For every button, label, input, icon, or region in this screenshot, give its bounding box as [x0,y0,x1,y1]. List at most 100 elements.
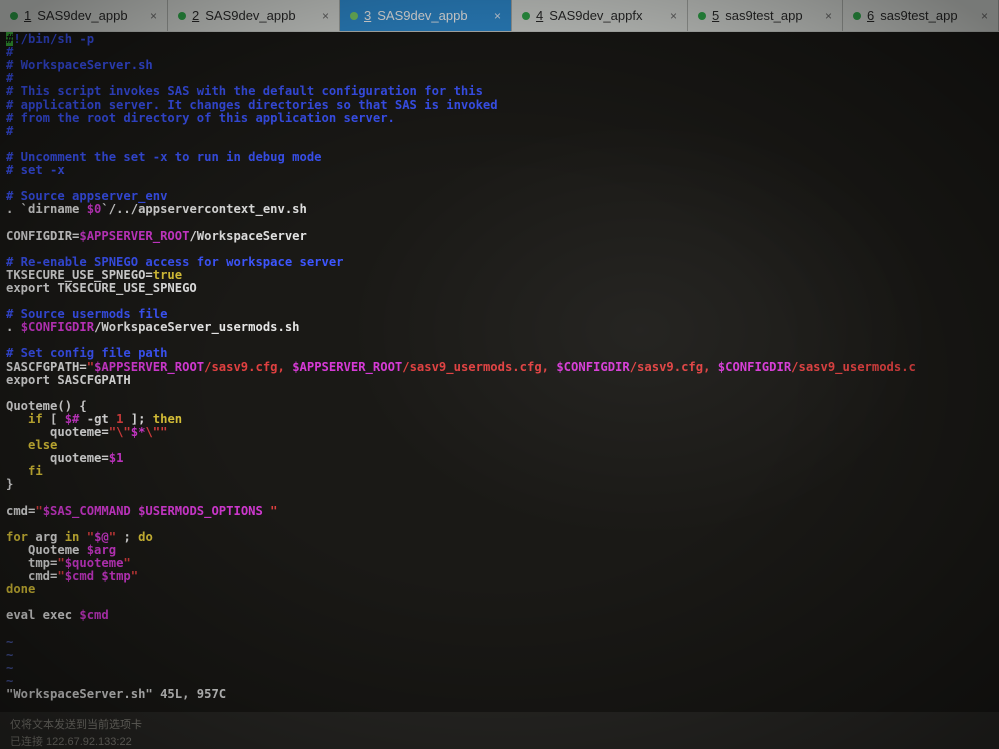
code-token: # Source appserver_env [6,189,168,204]
connected-status-icon [522,11,530,20]
code-token: " [79,529,95,544]
terminal-line: Quoteme $arg [6,543,116,557]
code-token: eval exec [6,608,80,623]
tab-label: SAS9dev_appb [205,8,296,23]
code-token: # application server. It changes directo… [6,97,498,112]
code-token: # [6,71,14,86]
tab-session-1[interactable]: 1 SAS9dev_appb × [0,0,168,31]
terminal-line: ~ [6,648,13,662]
terminal-line: "WorkspaceServer.sh" 45L, 957C [6,687,226,701]
code-token: /sasv9.cfg, [204,359,293,374]
code-token: Quoteme [6,542,87,557]
code-token: cmd= [6,503,36,518]
tab-number: 4 [536,8,544,23]
code-token: "\" [108,425,131,439]
code-token: " [35,503,43,518]
terminal-line: # [6,71,13,85]
code-token: then [152,411,183,426]
close-tab-icon[interactable]: × [981,9,988,23]
tab-label: SAS9dev_appb [377,8,468,23]
code-token: " [108,529,117,544]
connected-status-icon [178,11,186,20]
close-tab-icon[interactable]: × [494,9,501,23]
connected-status-icon [10,11,18,20]
code-token: # This script invokes SAS with the defau… [6,84,483,99]
tab-session-6[interactable]: 6 sas9test_app × [843,0,999,31]
terminal-line: SASCFGPATH="$APPSERVER_ROOT/sasv9.cfg, $… [6,360,916,374]
code-token: "WorkspaceServer.sh" 45L, 957C [6,687,227,701]
code-token: $cmd $tmp [64,569,131,584]
close-tab-icon[interactable]: × [670,9,677,23]
code-token: } [6,477,14,492]
tab-session-5[interactable]: 5 sas9test_app × [688,0,843,31]
code-token: # from the root directory of this applic… [6,110,395,125]
code-token: CONFIGDIR= [6,228,80,243]
code-token: # Set config file path [6,346,168,361]
terminal-line: # Set config file path [6,346,167,360]
code-token: /WorkspaceServer [189,228,307,243]
terminal-line: export TKSECURE_USE_SPNEGO [6,281,197,295]
terminal-editor[interactable]: #!/bin/sh -p # # WorkspaceServer.sh # # This… [0,32,999,712]
code-token: for [6,529,29,544]
close-tab-icon[interactable]: × [150,9,157,23]
terminal-line: Quoteme() { [6,399,87,413]
code-token: ; [116,529,139,544]
tab-label: SAS9dev_appfx [549,8,643,23]
terminal-line: TKSECURE_USE_SPNEGO=true [6,268,182,282]
send-text-hint: 仅将文本发送到当前选项卡 [10,719,142,731]
terminal-line: else [6,438,57,452]
code-token: # [6,45,14,60]
connected-status-icon [350,11,358,20]
terminal-line: # from the root directory of this applic… [6,111,395,125]
terminal-line: # application server. It changes directo… [6,98,498,112]
tab-session-2[interactable]: 2 SAS9dev_appb × [168,0,340,31]
terminal-line: quoteme="\"$*\"" [6,425,167,439]
close-tab-icon[interactable]: × [825,9,832,23]
terminal-line: eval exec $cmd [6,608,109,622]
code-token: if [28,411,43,426]
code-token: else [28,438,58,453]
code-token: tmp= [6,556,58,570]
code-token: $APPSERVER_ROOT [94,359,205,374]
tab-session-3[interactable]: 3 SAS9dev_appb × [340,0,512,31]
connection-status: 已连接 122.67.92.133:22 [10,736,132,748]
terminal-line: if [ $# -gt 1 ]; then [6,412,182,426]
code-token: " [123,556,131,570]
terminal-line: . $CONFIGDIR/WorkspaceServer_usermods.sh [6,320,300,334]
terminal-line: # Source appserver_env [6,189,167,203]
code-token: export TKSECURE_USE_SPNEGO [6,280,197,295]
code-token: Quoteme() { [6,398,87,413]
terminal-line: quoteme=$1 [6,451,123,465]
code-token: . [6,320,21,335]
close-tab-icon[interactable]: × [322,9,329,23]
code-token: $* [130,425,146,439]
code-token: \"" [145,425,168,439]
tab-session-4[interactable]: 4 SAS9dev_appfx × [512,0,688,31]
tab-label: sas9test_app [880,8,958,23]
terminal-line: cmd="$SAS_COMMAND $USERMODS_OPTIONS " [6,504,278,518]
code-token: $CONFIGDIR [717,359,792,374]
tab-label: sas9test_app [725,8,803,23]
code-token: ~ [6,634,14,649]
code-token: `/../appservercontext_env.sh [101,202,307,217]
code-token: SASCFGPATH= [6,359,87,374]
tab-number: 1 [24,8,32,23]
code-token: " [57,569,65,584]
tab-number: 2 [192,8,200,23]
code-token: arg [28,529,65,544]
code-token: $0 [86,202,102,217]
terminal-line: ~ [6,635,13,649]
terminal-line: # This script invokes SAS with the defau… [6,84,483,98]
code-token: $quoteme [64,556,124,570]
terminal-line: tmp="$quoteme" [6,556,131,570]
code-token: ~ [6,660,14,675]
code-token: /WorkspaceServer_usermods.sh [94,320,300,335]
code-token: /sasv9_usermods.cfg, [402,359,557,374]
tab-number: 5 [712,8,720,23]
code-token: " [57,556,65,570]
code-token: in [64,529,80,544]
status-bar: 仅将文本发送到当前选项卡 已连接 122.67.92.133:22 [0,712,999,749]
